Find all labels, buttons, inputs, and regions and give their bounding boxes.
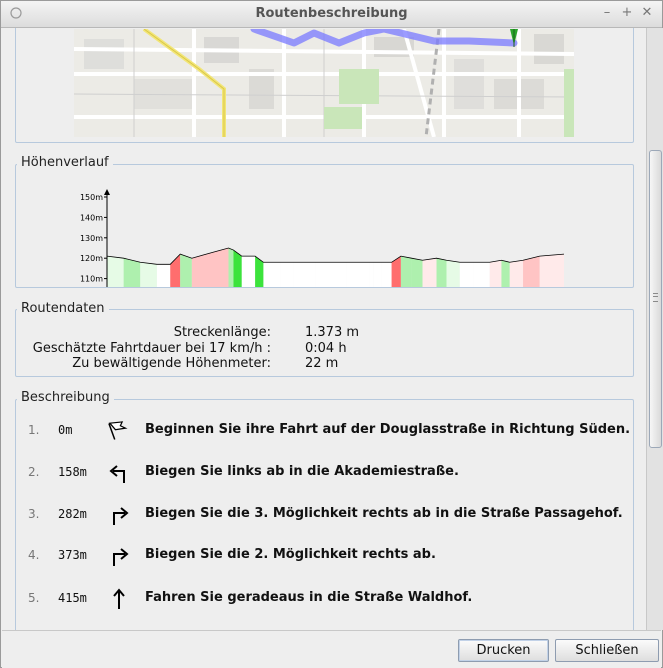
elevation-segment — [391, 256, 401, 287]
step-number: 3. — [28, 507, 40, 521]
description-title: Beschreibung — [17, 390, 114, 405]
straight-icon — [113, 588, 125, 609]
elevation-segment — [123, 258, 141, 287]
step-distance: 0m — [58, 423, 73, 437]
elevation-segment — [228, 248, 234, 287]
maximize-icon[interactable]: + — [619, 5, 635, 21]
elevation-segment — [263, 262, 281, 287]
elevation-segment — [280, 262, 294, 287]
elevation-segment — [446, 260, 460, 287]
elevation-segment — [459, 262, 462, 287]
y-tick-label: 120m — [80, 254, 103, 263]
step-text: Biegen Sie die 3. Möglichkeit rechts ab … — [145, 506, 623, 521]
route-elevation-label: Zu bewältigende Höhenmeter: — [72, 356, 271, 371]
step-distance: 373m — [58, 548, 87, 562]
turn-right-icon — [113, 507, 129, 525]
dialog-footer: Drucken Schließen — [2, 630, 661, 668]
elevation-segment — [501, 260, 510, 287]
y-tick-label: 110m — [80, 275, 103, 284]
elevation-segment — [255, 256, 264, 287]
elevation-segment — [346, 262, 370, 287]
title-bar[interactable]: Routenbeschreibung – + ✕ — [1, 1, 662, 28]
elevation-chart: 100m110m120m130m140m150m250m500m750m1000… — [80, 189, 565, 287]
elevation-segment — [489, 260, 502, 287]
elevation-segment — [400, 256, 412, 287]
step-distance: 282m — [58, 507, 87, 521]
route-data-title: Routendaten — [17, 301, 109, 316]
scroll-thumb[interactable] — [649, 150, 662, 448]
step-text: Biegen Sie die 2. Möglichkeit rechts ab. — [145, 547, 436, 562]
elevation-segment — [315, 262, 331, 287]
elevation-segment — [381, 262, 392, 287]
elevation-segment — [422, 258, 437, 287]
turn-right-icon — [113, 548, 129, 566]
elevation-segment — [461, 262, 474, 287]
elevation-segment — [411, 258, 423, 287]
route-duration-label: Geschätzte Fahrtdauer bei 17 km/h : — [32, 341, 271, 356]
elevation-segment — [369, 262, 374, 287]
close-button[interactable]: Schließen — [555, 639, 659, 662]
y-axis-arrow — [104, 189, 110, 195]
y-tick-label: 150m — [80, 193, 103, 202]
route-map[interactable] — [74, 29, 574, 137]
vertical-scrollbar[interactable] — [646, 28, 663, 630]
scroll-content: 100m110m120m130m140m150m250m500m750m1000… — [2, 28, 646, 630]
elevation-segment — [213, 248, 229, 287]
scroll-grip-icon — [653, 293, 658, 302]
step-distance: 158m — [58, 465, 87, 479]
step-text: Fahren Sie geradeaus in die Straße Waldh… — [145, 590, 473, 605]
list-item: 5. 415m Fahren Sie geradeaus in die Stra… — [16, 588, 636, 612]
elevation-segment — [140, 262, 157, 287]
elevation-segment — [180, 254, 192, 287]
y-tick-label: 140m — [80, 213, 103, 222]
list-item: 1. 0m Beginnen Sie ihre Fahrt auf der Do… — [16, 420, 636, 444]
elevation-segment — [539, 254, 564, 287]
route-duration-value: 0:04 h — [305, 341, 347, 356]
list-item: 4. 373m Biegen Sie die 2. Möglichkeit re… — [16, 545, 636, 569]
elevation-panel: 100m110m120m130m140m150m250m500m750m1000… — [15, 164, 634, 288]
route-data-panel: Streckenlänge: 1.373 m Geschätzte Fahrtd… — [15, 309, 634, 377]
description-panel: 1. 0m Beginnen Sie ihre Fahrt auf der Do… — [15, 399, 634, 630]
step-number: 2. — [28, 465, 40, 479]
step-text: Beginnen Sie ihre Fahrt auf der Douglass… — [145, 422, 631, 437]
elevation-segment — [107, 256, 124, 287]
elevation-segment — [523, 256, 540, 287]
close-icon[interactable]: ✕ — [639, 5, 655, 21]
step-distance: 415m — [58, 591, 87, 605]
route-elevation-value: 22 m — [305, 356, 339, 371]
y-tick-label: 130m — [80, 234, 103, 243]
minimize-icon[interactable]: – — [599, 5, 615, 21]
route-length-value: 1.373 m — [305, 325, 360, 340]
elevation-segment — [241, 256, 256, 287]
start-flag-icon — [108, 421, 128, 440]
route-description-window: Routenbeschreibung – + ✕ 110m 120m 130m … — [0, 0, 663, 668]
turn-left-icon — [109, 465, 125, 483]
step-number: 1. — [28, 423, 40, 437]
list-item: 2. 158m Biegen Sie links ab in die Akade… — [16, 462, 636, 486]
map-panel — [15, 28, 634, 143]
step-number: 4. — [28, 548, 40, 562]
window-title: Routenbeschreibung — [255, 6, 408, 21]
elevation-segment — [156, 264, 171, 287]
elevation-segment — [293, 262, 316, 287]
route-length-label: Streckenlänge: — [173, 325, 271, 340]
elevation-segment — [436, 258, 447, 287]
print-button[interactable]: Drucken — [458, 639, 549, 662]
list-item: 3. 282m Biegen Sie die 3. Möglichkeit re… — [16, 504, 636, 528]
step-text: Biegen Sie links ab in die Akademiestraß… — [145, 464, 459, 479]
elevation-segment — [473, 262, 490, 287]
step-number: 5. — [28, 591, 40, 605]
elevation-segment — [373, 262, 382, 287]
elevation-segment — [509, 260, 524, 287]
elevation-title: Höhenverlauf — [17, 155, 113, 170]
elevation-segment — [330, 262, 347, 287]
